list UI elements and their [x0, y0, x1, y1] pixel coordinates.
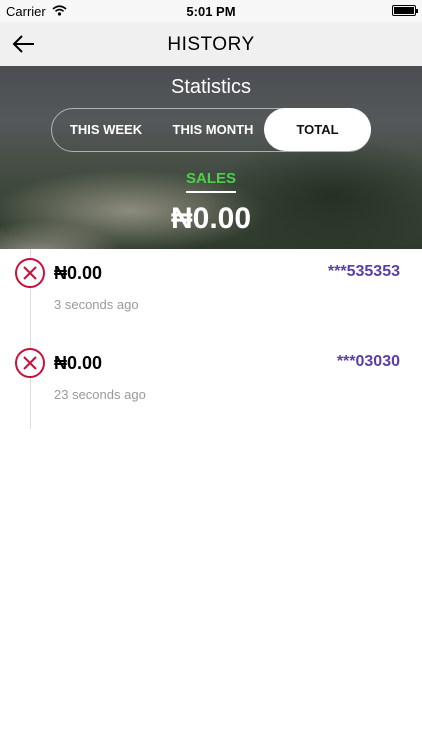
failed-x-icon [15, 348, 45, 378]
statistics-title: Statistics [170, 76, 252, 98]
sales-label: SALES [185, 170, 236, 187]
history-item[interactable]: ₦0.00 ***535353 3 seconds ago [0, 249, 422, 339]
battery-icon [392, 5, 418, 16]
tab-this-month[interactable]: THIS MONTH [160, 109, 266, 150]
transaction-time: 23 seconds ago [54, 387, 146, 402]
tab-this-week[interactable]: THIS WEEK [52, 109, 160, 150]
status-bar: Carrier 5:01 PM [0, 0, 422, 22]
statistics-header: Statistics THIS WEEK THIS MONTH TOTAL SA… [0, 66, 422, 249]
history-item[interactable]: ₦0.00 ***03030 23 seconds ago [0, 339, 422, 429]
transaction-amount: ₦0.00 [54, 263, 103, 283]
failed-x-icon [15, 258, 45, 288]
transaction-amount: ₦0.00 [54, 353, 103, 373]
sales-amount: ₦0.00 [170, 202, 252, 235]
status-time: 5:01 PM [186, 4, 236, 19]
masked-account: ***03030 [336, 353, 400, 370]
period-segmented-control: THIS WEEK THIS MONTH TOTAL [51, 108, 371, 152]
nav-bar: HISTORY [0, 22, 422, 66]
tab-total[interactable]: TOTAL [264, 108, 371, 151]
sales-underline [186, 191, 236, 193]
page-title: HISTORY [167, 34, 255, 55]
transaction-time: 3 seconds ago [54, 297, 139, 312]
masked-account: ***535353 [327, 263, 400, 280]
